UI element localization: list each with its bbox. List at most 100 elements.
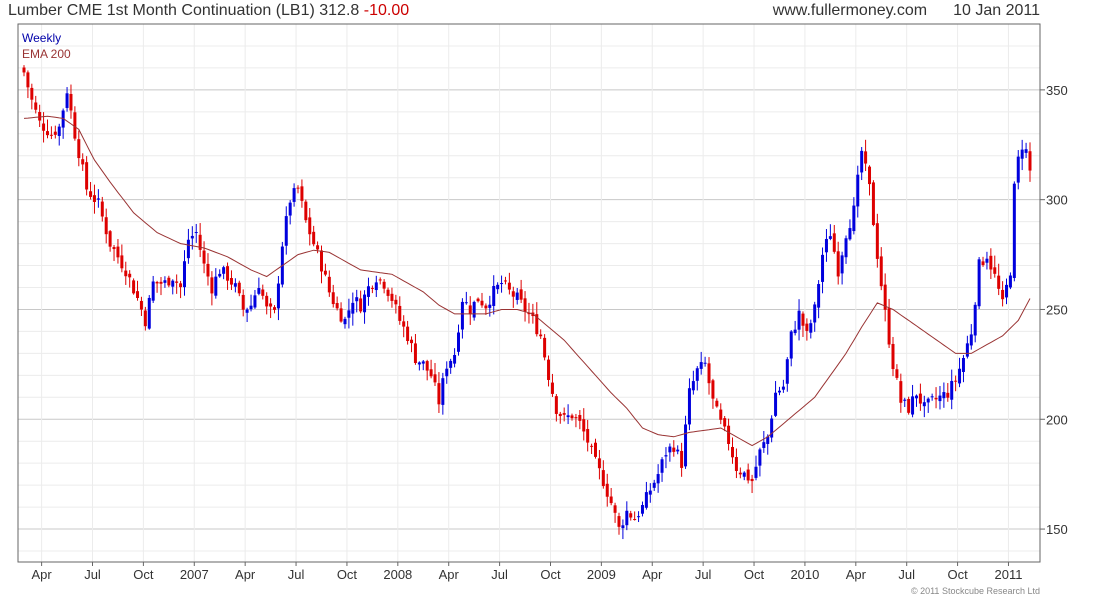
candle-body xyxy=(194,232,198,234)
candle-body xyxy=(120,255,124,269)
candle-body xyxy=(844,238,848,258)
candle-body xyxy=(363,294,367,313)
candle-body xyxy=(969,334,973,346)
candle-body xyxy=(954,380,958,382)
candle-body xyxy=(308,217,312,235)
candle-body xyxy=(973,304,977,336)
candle-body xyxy=(1012,183,1016,278)
candle-body xyxy=(734,457,738,471)
x-tick-label: 2010 xyxy=(790,567,819,582)
candle-body xyxy=(801,313,805,326)
candle-body xyxy=(707,363,711,384)
candle-body xyxy=(241,294,245,310)
candle-body xyxy=(276,283,280,309)
candle-body xyxy=(210,277,214,294)
candle-body xyxy=(523,298,527,312)
x-tick-label: 2009 xyxy=(587,567,616,582)
candle-body xyxy=(464,302,468,304)
candle-body xyxy=(226,266,230,281)
candle-body xyxy=(429,369,433,377)
candle-body xyxy=(676,449,680,452)
candle-body xyxy=(53,131,57,135)
candle-body xyxy=(492,285,496,306)
candle-body xyxy=(1001,289,1005,300)
candle-body xyxy=(828,236,832,239)
candle-body xyxy=(116,246,120,258)
candle-body xyxy=(864,151,868,164)
candle-body xyxy=(441,378,445,405)
candle-body xyxy=(824,238,828,253)
candle-body xyxy=(723,418,727,427)
candle-body xyxy=(519,289,523,300)
candle-body xyxy=(171,280,175,287)
candle-body xyxy=(304,201,308,221)
candle-body xyxy=(402,321,406,327)
candle-body xyxy=(922,402,926,407)
candle-body xyxy=(503,280,507,282)
candle-body xyxy=(190,235,194,239)
candle-body xyxy=(813,304,817,323)
candle-body xyxy=(605,483,609,497)
candle-body xyxy=(1016,156,1020,183)
y-tick-label: 300 xyxy=(1046,193,1068,208)
candle-body xyxy=(323,270,327,275)
candle-body xyxy=(660,459,664,473)
candle-body xyxy=(437,383,441,405)
candle-body xyxy=(1024,149,1028,153)
candle-body xyxy=(942,392,946,399)
candle-body xyxy=(85,162,89,190)
candle-body xyxy=(296,187,300,189)
candle-body xyxy=(233,283,237,287)
candle-body xyxy=(574,417,578,419)
candle-body xyxy=(515,292,519,300)
candle-body xyxy=(629,513,633,518)
x-tick-label: Oct xyxy=(540,567,561,582)
candle-body xyxy=(229,278,233,285)
candle-body xyxy=(249,305,253,310)
candle-body xyxy=(930,396,934,398)
candle-body xyxy=(652,482,656,488)
candle-body xyxy=(273,307,277,310)
candle-body xyxy=(911,396,915,415)
candle-body xyxy=(789,331,793,359)
candle-body xyxy=(746,469,750,481)
x-tick-label: Jul xyxy=(288,567,305,582)
candle-body xyxy=(124,270,128,277)
candle-body xyxy=(253,295,257,308)
candle-body xyxy=(856,174,860,207)
candle-body xyxy=(108,231,112,247)
candle-body xyxy=(644,492,648,508)
candle-body xyxy=(805,323,809,331)
candle-body xyxy=(758,449,762,466)
candle-body xyxy=(237,282,241,294)
candle-body xyxy=(558,413,562,417)
candle-body xyxy=(750,478,754,482)
candle-body xyxy=(1028,151,1032,171)
candle-body xyxy=(543,337,547,358)
candle-body xyxy=(832,233,836,252)
candle-body xyxy=(793,329,797,334)
candle-body xyxy=(914,395,918,399)
candle-body xyxy=(950,380,954,400)
candle-body xyxy=(656,474,660,484)
candle-body xyxy=(292,188,296,202)
candle-body xyxy=(1005,284,1009,298)
x-tick-label: Oct xyxy=(337,567,358,582)
candle-body xyxy=(100,201,104,217)
candle-body xyxy=(860,150,864,173)
candle-body xyxy=(566,415,570,418)
plot-frame xyxy=(17,23,1041,563)
candle-body xyxy=(731,446,735,458)
ema-200-line xyxy=(23,115,1031,447)
candle-body xyxy=(554,396,558,414)
candle-body xyxy=(899,381,903,403)
candle-body xyxy=(468,305,472,315)
candle-body xyxy=(711,380,715,399)
candle-body xyxy=(496,284,500,290)
candle-body xyxy=(182,261,186,288)
candle-body xyxy=(762,442,766,448)
candle-body xyxy=(45,131,49,136)
candle-body xyxy=(69,93,73,111)
candle-body xyxy=(417,362,421,365)
candle-body xyxy=(390,293,394,301)
